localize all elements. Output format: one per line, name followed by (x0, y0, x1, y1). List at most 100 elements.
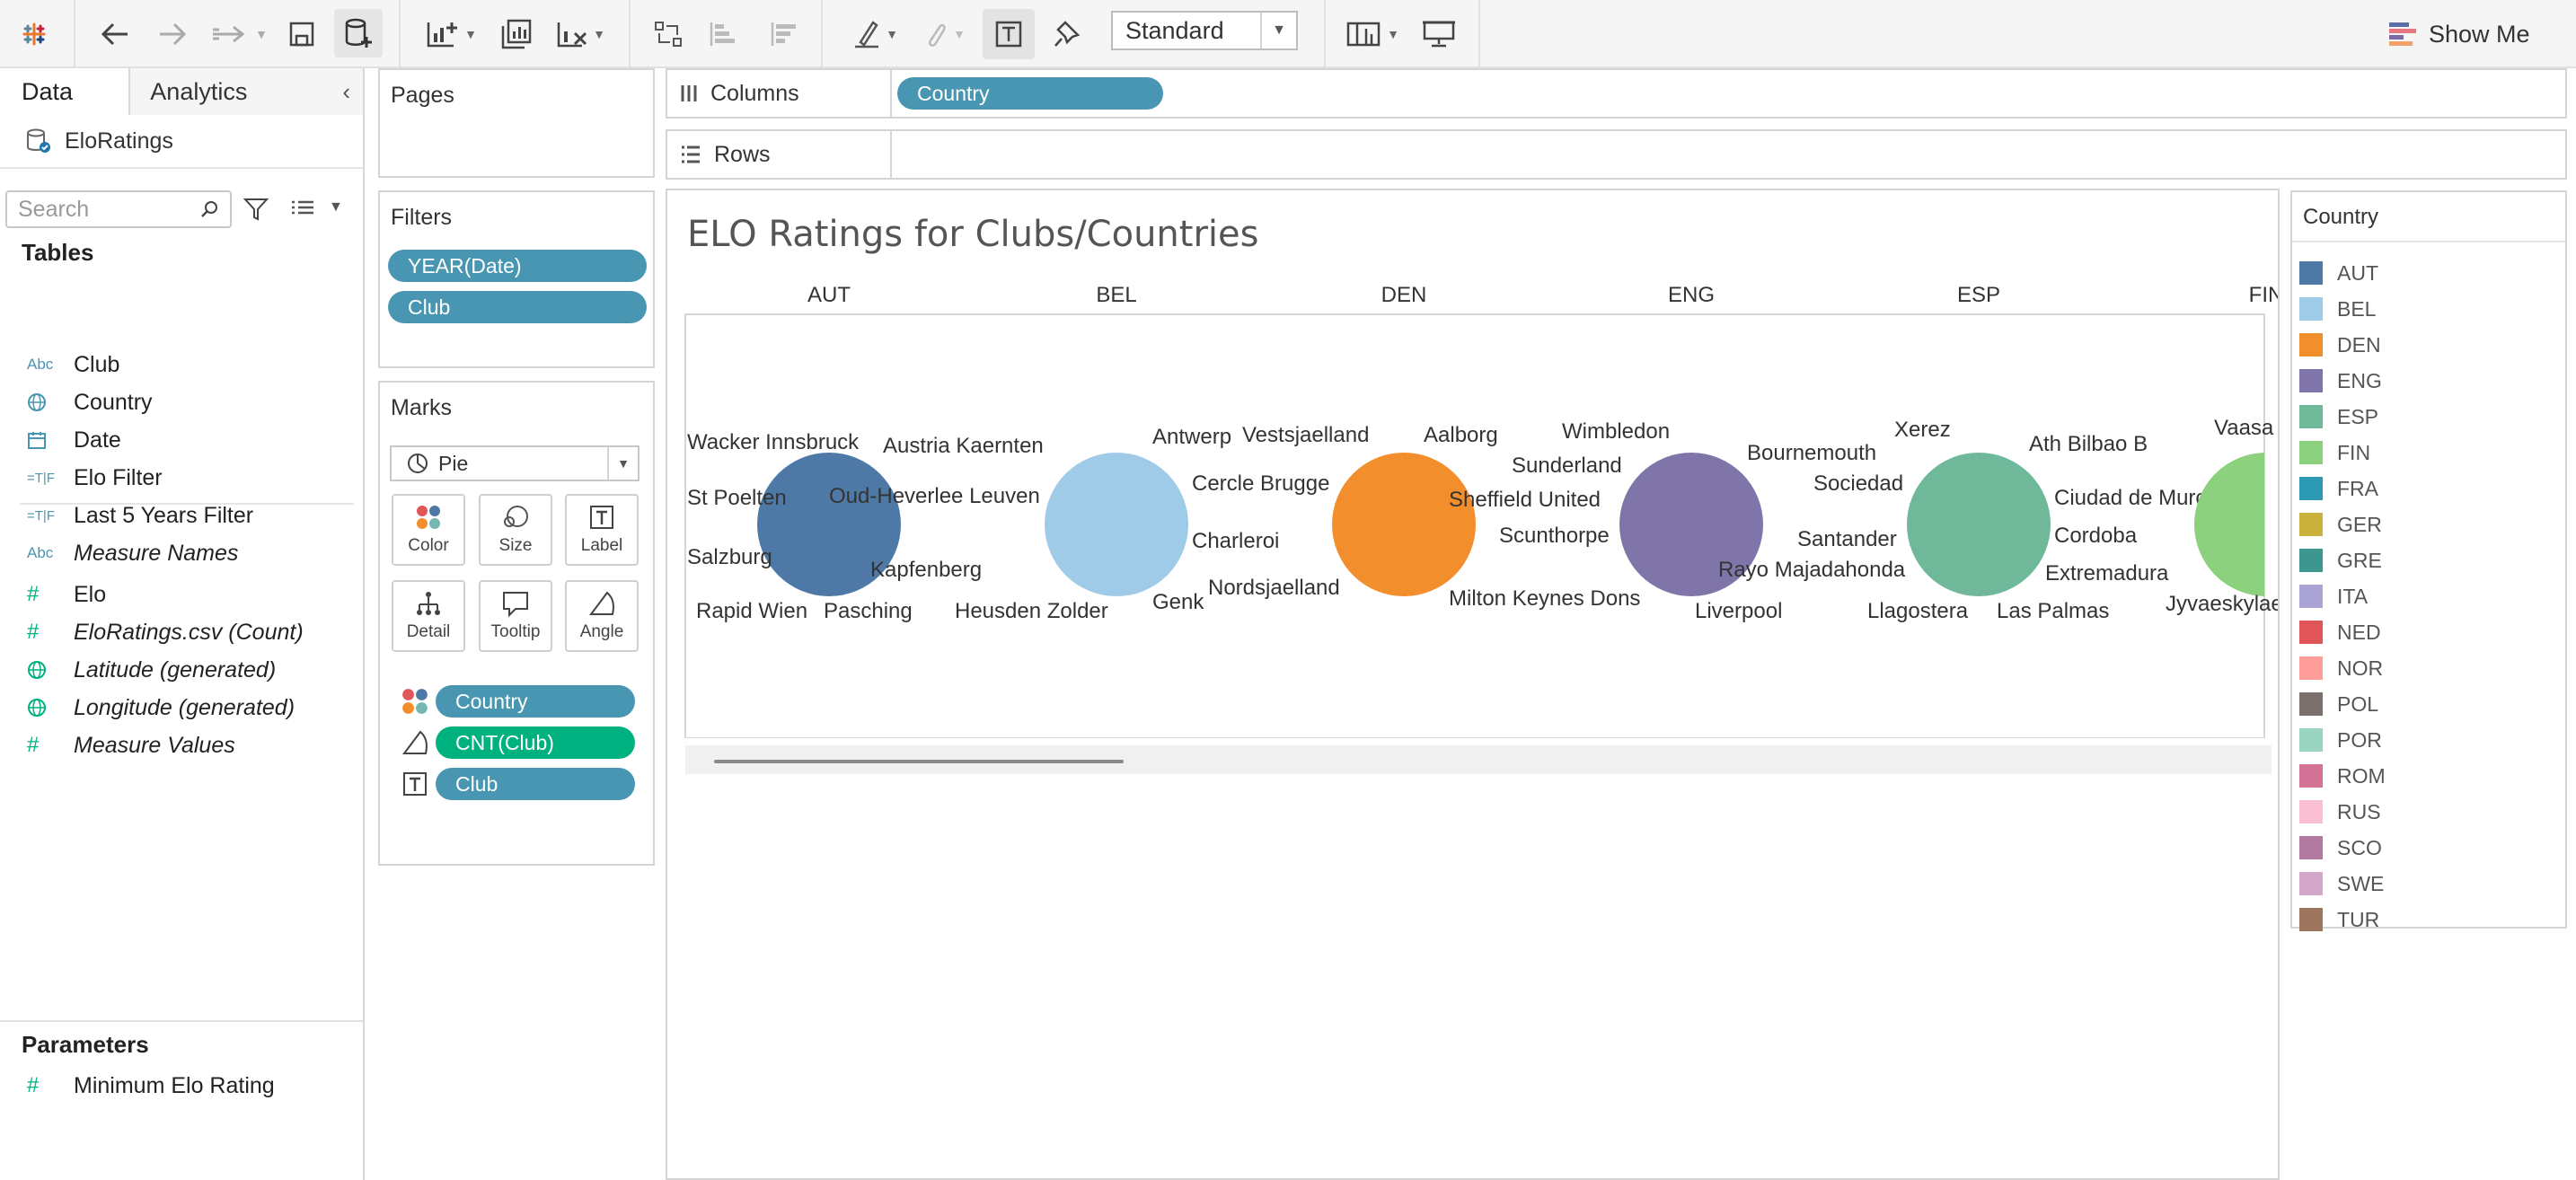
tableau-logo-icon[interactable] (16, 13, 52, 56)
field-item[interactable]: Abc Club (0, 346, 363, 383)
columns-pill-country[interactable]: Country (897, 77, 1163, 110)
pages-shelf[interactable]: Pages (378, 68, 655, 178)
size-button[interactable]: Size (479, 494, 552, 566)
legend-item[interactable]: NOR (2299, 650, 2560, 686)
horizontal-scrollbar[interactable] (685, 745, 2272, 774)
field-item[interactable]: # EloRatings.csv (Count) (0, 613, 363, 651)
rows-shelf[interactable]: Rows (666, 129, 2567, 180)
search-input[interactable]: Search (5, 190, 232, 228)
pie-mark[interactable] (1045, 453, 1188, 596)
legend-item[interactable]: BEL (2299, 291, 2560, 327)
field-item[interactable]: # Measure Values (0, 726, 363, 764)
chevron-down-icon[interactable]: ▼ (329, 199, 343, 216)
angle-button[interactable]: Angle (565, 580, 639, 652)
marks-pill-cnt-club[interactable]: CNT(Club) (436, 726, 635, 759)
datasource-item[interactable]: EloRatings (0, 115, 363, 169)
legend-item[interactable]: GRE (2299, 542, 2560, 578)
detail-button[interactable]: Detail (392, 580, 465, 652)
legend-label: TUR (2337, 907, 2380, 931)
field-item[interactable]: Date (0, 421, 363, 459)
tab-data[interactable]: Data (0, 68, 131, 115)
pie-mark[interactable] (1332, 453, 1476, 596)
show-me-button[interactable]: Show Me (2387, 13, 2530, 56)
pie-label: Sociedad (1813, 471, 1903, 496)
pie-mark[interactable] (2194, 453, 2278, 596)
presentation-mode-icon[interactable] (1416, 13, 1462, 56)
pie-label: Las Palmas (1997, 599, 2109, 623)
field-item[interactable]: # Elo (0, 576, 363, 613)
new-data-source-icon[interactable] (334, 9, 383, 57)
column-header[interactable]: FIN (2249, 283, 2278, 307)
swap-rows-columns-icon[interactable] (647, 13, 690, 56)
field-item[interactable]: Longitude (generated) (0, 689, 363, 726)
filter-icon[interactable] (243, 196, 269, 223)
sort-ascending-icon[interactable] (701, 13, 744, 56)
legend-item[interactable]: FRA (2299, 471, 2560, 506)
pie-label: St Poelten (687, 486, 787, 510)
mark-type-dropdown[interactable]: Pie ▼ (390, 445, 640, 481)
legend-item[interactable]: ROM (2299, 758, 2560, 794)
field-item[interactable]: Country (0, 383, 363, 421)
toolbar: ▼ ▼ ▼ ▼ ▼ Standard ▼ ▼ Show Me (0, 0, 2576, 68)
field-item[interactable]: Latitude (generated) (0, 651, 363, 689)
view-list-icon[interactable] (289, 196, 316, 223)
legend-item[interactable]: SCO (2299, 830, 2560, 866)
column-header[interactable]: ESP (1957, 283, 2000, 307)
filters-shelf[interactable]: Filters YEAR(Date) Club (378, 190, 655, 368)
column-header[interactable]: AUT (807, 283, 851, 307)
clear-sheet-icon[interactable]: ▼ (548, 13, 613, 56)
columns-shelf[interactable]: Columns Country (666, 68, 2567, 119)
save-icon[interactable] (282, 13, 322, 56)
filter-pill-club[interactable]: Club (388, 291, 647, 323)
parameter-item[interactable]: # Minimum Elo Rating (0, 1067, 363, 1105)
pie-mark[interactable] (1907, 453, 2051, 596)
color-button[interactable]: Color (392, 494, 465, 566)
scrollbar-thumb[interactable] (714, 760, 1124, 763)
legend-item[interactable]: ESP (2299, 399, 2560, 435)
rows-label: Rows (714, 141, 771, 167)
legend-item[interactable]: DEN (2299, 327, 2560, 363)
marks-pill-country[interactable]: Country (436, 685, 635, 718)
label-button[interactable]: Label (565, 494, 639, 566)
mark-type-value: Pie (438, 451, 469, 475)
duplicate-sheet-icon[interactable] (494, 13, 537, 56)
column-header[interactable]: ENG (1668, 283, 1715, 307)
field-item[interactable]: =T|F Elo Filter (0, 459, 363, 497)
legend-item[interactable]: AUT (2299, 255, 2560, 291)
field-item[interactable]: Abc Measure Names (0, 534, 363, 572)
undo-icon[interactable] (93, 13, 137, 56)
pie-label: Vaasa (2214, 416, 2274, 440)
legend-item[interactable]: POR (2299, 722, 2560, 758)
filter-pill-year-date[interactable]: YEAR(Date) (388, 250, 647, 282)
replay-animation-icon[interactable]: ▼ (207, 13, 271, 56)
new-worksheet-icon[interactable]: ▼ (417, 13, 485, 56)
legend-item[interactable]: ENG (2299, 363, 2560, 399)
color-legend: Country AUT BEL DEN ENG ESP FIN FRA GER GRE ITA NE… (2290, 190, 2567, 931)
tooltip-button[interactable]: Tooltip (479, 580, 552, 652)
show-cards-icon[interactable]: ▼ (1342, 13, 1403, 56)
legend-item[interactable]: NED (2299, 614, 2560, 650)
legend-item[interactable]: TUR (2299, 902, 2560, 938)
legend-item[interactable]: ITA (2299, 578, 2560, 614)
group-members-icon[interactable]: ▼ (913, 13, 975, 56)
collapse-pane-icon[interactable]: ‹ (342, 78, 350, 106)
legend-item[interactable]: POL (2299, 686, 2560, 722)
legend-item[interactable]: FIN (2299, 435, 2560, 471)
column-header[interactable]: BEL (1096, 283, 1136, 307)
legend-item[interactable]: GER (2299, 506, 2560, 542)
fix-axes-pin-icon[interactable] (1047, 13, 1087, 56)
fit-dropdown[interactable]: Standard ▼ (1111, 11, 1298, 50)
pie-label: Austria Kaernten (883, 434, 1044, 458)
marks-pill-club[interactable]: Club (436, 768, 635, 800)
legend-item[interactable]: SWE (2299, 866, 2560, 902)
tab-analytics[interactable]: Analytics ‹ (130, 68, 363, 115)
highlight-icon[interactable]: ▼ (841, 13, 909, 56)
sort-descending-icon[interactable] (762, 13, 805, 56)
legend-swatch (2299, 369, 2323, 392)
legend-item[interactable]: RUS (2299, 794, 2560, 830)
color-button-label: Color (408, 536, 449, 555)
column-header[interactable]: DEN (1381, 283, 1427, 307)
show-mark-labels-icon[interactable] (983, 9, 1035, 59)
legend-label: ITA (2337, 584, 2369, 608)
redo-icon[interactable] (151, 13, 194, 56)
